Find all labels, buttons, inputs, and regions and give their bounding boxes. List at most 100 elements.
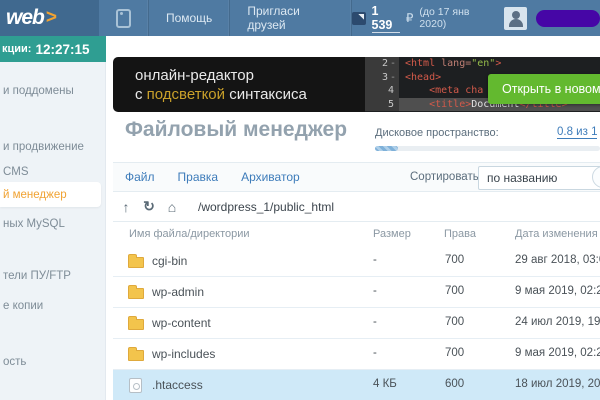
file-date: 29 авг 2018, 03:0 — [515, 254, 600, 266]
column-rights[interactable]: Права — [444, 228, 476, 240]
file-rights: 700 — [445, 254, 464, 266]
filemanager-menubar: Файл Правка Архиватор Сортировать: по на… — [113, 162, 600, 192]
home-icon[interactable]: ⌂ — [162, 199, 182, 215]
code-token: <html — [405, 58, 435, 69]
sidebar-item[interactable]: CMS — [0, 161, 106, 183]
menu-edit[interactable]: Правка — [178, 170, 219, 184]
file-name[interactable]: wp-includes — [152, 347, 215, 361]
code-token: lang= — [435, 58, 471, 69]
file-date: 18 июл 2019, 20: — [515, 378, 600, 390]
table-row[interactable]: wp-content - 700 24 июл 2019, 19: — [113, 308, 600, 339]
sidebar-item[interactable]: тели ПУ/FTP — [0, 265, 106, 287]
sort-select[interactable]: по названию — [478, 166, 600, 190]
menu-archiver[interactable]: Архиватор — [241, 170, 300, 184]
open-in-new-window-button[interactable]: Открыть в новом ок — [488, 74, 600, 104]
banner-text: онлайн-редактор с подсветкой синтаксиса — [135, 66, 307, 104]
menu-file[interactable]: Файл — [125, 170, 155, 184]
file-type-icon — [128, 316, 145, 331]
file-type-icon — [128, 378, 145, 393]
logo[interactable]: web > — [0, 0, 99, 36]
promo-timer-countdown: 12:27:15 — [35, 42, 89, 57]
promo-timer-label: кции: — [2, 43, 31, 55]
file-size: - — [373, 316, 377, 328]
sidebar-item[interactable]: ость — [0, 351, 106, 373]
code-source: <html lang="en"> — [399, 57, 600, 71]
filemanager-toolbar: ↑ ↻ ⌂ /wordpress_1/public_html — [113, 192, 600, 222]
sidebar-item-label: ость — [3, 356, 26, 368]
line-number: 2- — [365, 57, 399, 71]
table-row[interactable]: wp-admin - 700 9 мая 2019, 02:2 — [113, 277, 600, 308]
sidebar-item[interactable]: й менеджер — [0, 182, 101, 207]
balance-currency: ₽ — [406, 11, 414, 25]
file-rights: 600 — [445, 378, 464, 390]
sidebar-item-label: CMS — [3, 166, 29, 178]
sidebar: и поддомены и продвижение CMS й менеджер… — [0, 62, 106, 400]
sidebar-item[interactable]: ных MySQL — [0, 213, 106, 235]
sidebar-item-label: й менеджер — [3, 189, 67, 201]
logo-arrow-icon: > — [46, 7, 57, 29]
help-link[interactable]: Помощь — [149, 0, 230, 36]
column-date[interactable]: Дата изменения — [515, 228, 598, 240]
code-token: <meta cha — [429, 85, 483, 96]
wallet-icon — [352, 12, 366, 25]
user-avatar[interactable] — [504, 7, 527, 30]
file-rights: 700 — [445, 285, 464, 297]
line-number: 4 — [365, 84, 399, 98]
banner-line2: с подсветкой синтаксиса — [135, 85, 307, 104]
balance-link[interactable]: 1 539 — [372, 4, 400, 33]
sidebar-item-label: и продвижение — [3, 141, 84, 153]
file-size: 4 КБ — [373, 378, 397, 390]
sort-label: Сортировать: — [410, 171, 482, 183]
mobile-app-button[interactable] — [99, 0, 149, 36]
table-row[interactable]: cgi-bin - 700 29 авг 2018, 03:0 — [113, 246, 600, 277]
table-header: Имя файла/директории Размер Права Дата и… — [113, 222, 600, 246]
file-rights: 700 — [445, 347, 464, 359]
up-directory-icon[interactable]: ↑ — [116, 199, 136, 215]
logo-text: web — [6, 6, 44, 30]
file-date: 24 июл 2019, 19: — [515, 316, 600, 328]
sidebar-item[interactable]: е копии — [0, 295, 106, 317]
promo-timer[interactable]: кции: 12:27:15 — [0, 36, 106, 62]
table-row[interactable]: wp-includes - 700 9 мая 2019, 02:2 — [113, 339, 600, 370]
code-token: > — [495, 58, 501, 69]
file-name[interactable]: wp-content — [152, 316, 211, 330]
refresh-icon[interactable]: ↻ — [139, 198, 159, 215]
file-name[interactable]: .htaccess — [152, 378, 203, 392]
file-date: 9 мая 2019, 02:2 — [515, 347, 600, 359]
file-type-icon — [128, 347, 145, 362]
line-number: 5 — [365, 98, 399, 112]
invite-friends-link[interactable]: Пригласи друзей — [230, 0, 352, 36]
sidebar-item-label: е копии — [3, 300, 43, 312]
balance-block: 1 539 ₽ (до 17 янв 2020) — [352, 0, 504, 36]
top-header: web > Помощь Пригласи друзей 1 539 ₽ (до… — [0, 0, 600, 36]
disk-space-label: Дисковое пространство: — [375, 127, 499, 139]
sidebar-item-label: тели ПУ/FTP — [3, 270, 71, 282]
line-number: 3- — [365, 71, 399, 85]
disk-space-link[interactable]: 0.8 из 1 — [557, 126, 597, 139]
file-list: cgi-bin - 700 29 авг 2018, 03:0 wp-admin… — [113, 246, 600, 400]
file-name[interactable]: cgi-bin — [152, 254, 187, 268]
file-type-icon — [128, 254, 145, 269]
column-size[interactable]: Размер — [373, 228, 411, 240]
column-name[interactable]: Имя файла/директории — [129, 228, 250, 240]
username-redacted[interactable] — [536, 10, 600, 27]
file-date: 9 мая 2019, 02:2 — [515, 285, 600, 297]
code-token: <head> — [405, 72, 441, 83]
page-title: Файловый менеджер — [125, 118, 347, 142]
sidebar-item-label: и поддомены — [3, 85, 74, 97]
balance-until: (до 17 янв 2020) — [419, 6, 491, 30]
table-row[interactable]: .htaccess 4 КБ 600 18 июл 2019, 20: — [113, 370, 600, 400]
sidebar-item[interactable]: и продвижение — [0, 136, 106, 158]
breadcrumb-path[interactable]: /wordpress_1/public_html — [198, 200, 334, 214]
file-size: - — [373, 285, 377, 297]
file-rights: 700 — [445, 316, 464, 328]
file-size: - — [373, 254, 377, 266]
file-name[interactable]: wp-admin — [152, 285, 204, 299]
file-type-icon — [128, 285, 145, 300]
phone-icon — [116, 9, 131, 28]
app-root: web > Помощь Пригласи друзей 1 539 ₽ (до… — [0, 0, 600, 400]
sidebar-item[interactable]: и поддомены — [0, 80, 106, 102]
editor-promo-banner[interactable]: онлайн-редактор с подсветкой синтаксиса … — [113, 57, 600, 112]
banner-line1: онлайн-редактор — [135, 66, 307, 85]
disk-usage-bar — [375, 146, 600, 151]
